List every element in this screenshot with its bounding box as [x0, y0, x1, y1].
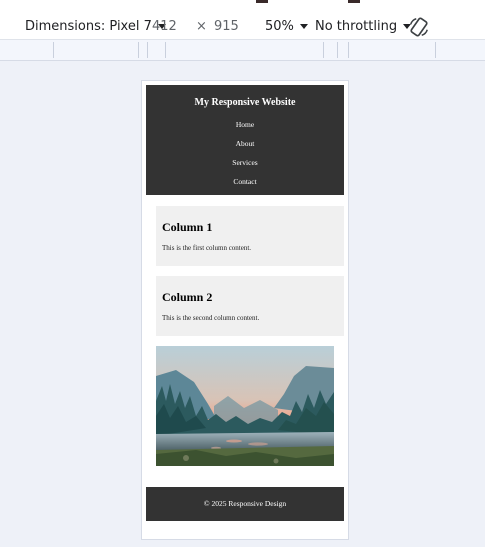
dimension-separator: ×	[196, 19, 207, 34]
ruler-marker	[147, 42, 148, 58]
ruler-marker	[53, 42, 54, 58]
site-footer: © 2025 Responsive Design	[146, 487, 344, 521]
site-header: My Responsive Website Home About Service…	[146, 85, 344, 195]
nav-link-home[interactable]: Home	[146, 120, 344, 129]
throttling-label: No throttling	[315, 19, 398, 34]
ruler-marker	[165, 42, 166, 58]
ruler-marker	[348, 42, 349, 58]
width-input[interactable]: 412	[152, 19, 177, 34]
tab-fragment	[348, 0, 360, 3]
height-input[interactable]: 915	[214, 19, 239, 34]
tab-fragment	[256, 0, 268, 3]
device-viewport: My Responsive Website Home About Service…	[141, 80, 349, 540]
top-edge-strip	[0, 0, 485, 4]
ruler-marker	[337, 42, 338, 58]
chevron-down-icon	[299, 24, 308, 29]
column-text: This is the second column content.	[162, 314, 260, 322]
column-text: This is the first column content.	[162, 244, 252, 252]
throttling-dropdown[interactable]: No throttling	[315, 19, 412, 34]
ruler-marker	[138, 42, 139, 58]
width-value: 412	[152, 19, 177, 34]
site-title: My Responsive Website	[194, 97, 296, 108]
footer-text: © 2025 Responsive Design	[203, 499, 287, 508]
media-query-ruler[interactable]	[0, 40, 485, 61]
nav-link-services[interactable]: Services	[146, 158, 344, 167]
zoom-dropdown[interactable]: 50%	[265, 19, 308, 34]
rotate-icon[interactable]	[408, 16, 430, 38]
column-title: Column 2	[162, 290, 213, 304]
ruler-marker	[323, 42, 324, 58]
nav-link-contact[interactable]: Contact	[146, 177, 344, 186]
device-toolbar: Dimensions: Pixel 7 412 × 915 50% No thr…	[0, 0, 485, 40]
column-card-1: Column 1 This is the first column conten…	[156, 206, 344, 266]
height-value: 915	[214, 19, 239, 34]
zoom-value: 50%	[265, 19, 294, 34]
nav-link-about[interactable]: About	[146, 139, 344, 148]
dimensions-label: Dimensions: Pixel 7	[25, 19, 152, 34]
times-sign: ×	[196, 19, 207, 34]
dimensions-dropdown[interactable]: Dimensions: Pixel 7	[25, 19, 166, 34]
column-card-2: Column 2 This is the second column conte…	[156, 276, 344, 336]
ruler-marker	[435, 42, 436, 58]
landscape-photo	[156, 346, 334, 466]
column-title: Column 1	[162, 220, 213, 234]
